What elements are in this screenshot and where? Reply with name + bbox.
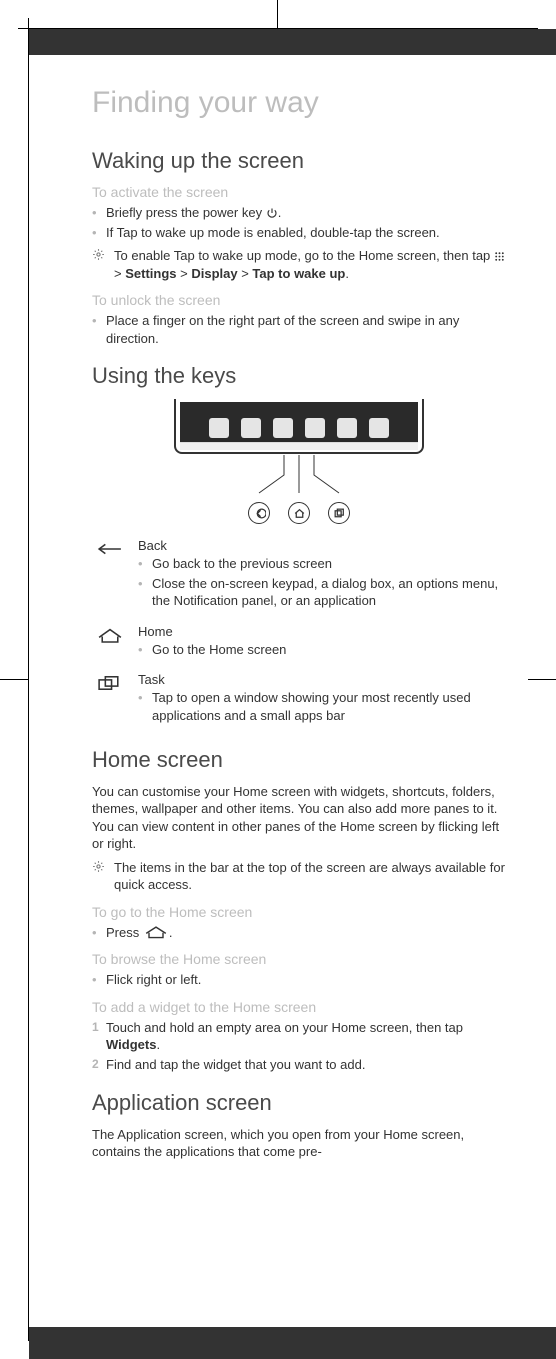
app-tile (273, 418, 293, 438)
text: > (114, 266, 125, 281)
subheading-goto-home: To go to the Home screen (92, 904, 506, 920)
list-item: Flick right or left. (92, 971, 506, 989)
subheading-add-widget: To add a widget to the Home screen (92, 999, 506, 1015)
home-intro: You can customise your Home screen with … (92, 783, 506, 853)
text: > (238, 266, 253, 281)
list-item: Touch and hold an empty area on your Hom… (92, 1019, 506, 1054)
key-desc-home: Home Go to the Home screen (92, 624, 506, 665)
key-label: Back (138, 538, 506, 553)
app-tile (369, 418, 389, 438)
app-tile (209, 418, 229, 438)
footer-bar (29, 1327, 556, 1359)
power-icon (266, 207, 278, 219)
subheading-activate: To activate the screen (92, 184, 506, 200)
app-tile (305, 418, 325, 438)
bold-text: Display (191, 266, 237, 281)
list-item: Close the on-screen keypad, a dialog box… (138, 575, 506, 610)
add-widget-steps: Touch and hold an empty area on your Hom… (92, 1019, 506, 1074)
section-heading-home: Home screen (92, 747, 506, 773)
list-item: If Tap to wake up mode is enabled, doubl… (92, 224, 506, 242)
list-item: Go to the Home screen (138, 641, 506, 659)
subheading-browse-home: To browse the Home screen (92, 951, 506, 967)
home-key-icon (92, 624, 128, 665)
text: To enable Tap to wake up mode, go to the… (114, 248, 494, 263)
task-key-icon (92, 672, 128, 730)
goto-home-list: Press . (92, 924, 506, 942)
page-content: Finding your way Waking up the screen To… (92, 68, 506, 1319)
header-bar (29, 29, 556, 55)
home-key-icon (288, 502, 310, 524)
back-key-bullets: Go back to the previous screen Close the… (138, 555, 506, 610)
bold-text: Tap to wake up (252, 266, 345, 281)
text: . (156, 1037, 160, 1052)
back-key-icon (248, 502, 270, 524)
key-label: Task (138, 672, 506, 687)
page-title: Finding your way (92, 86, 506, 120)
text: > (177, 266, 192, 281)
tip-icon (92, 859, 106, 894)
section-heading-app: Application screen (92, 1090, 506, 1116)
bold-text: Settings (125, 266, 176, 281)
tip-text: To enable Tap to wake up mode, go to the… (114, 247, 506, 282)
text: . (278, 205, 282, 220)
crop-mark (277, 0, 278, 28)
browse-home-list: Flick right or left. (92, 971, 506, 989)
device-bezel (180, 442, 418, 450)
unlock-list: Place a finger on the right part of the … (92, 312, 506, 347)
tip-block: The items in the bar at the top of the s… (92, 859, 506, 894)
key-body: Back Go back to the previous screen Clos… (138, 538, 506, 616)
device-illustration (92, 399, 506, 524)
leader-lines (189, 450, 409, 500)
home-key-icon (143, 925, 169, 939)
text: . (169, 925, 173, 940)
tip-icon (92, 247, 106, 282)
key-body: Task Tap to open a window showing your m… (138, 672, 506, 730)
list-item: Find and tap the widget that you want to… (92, 1056, 506, 1074)
text: Touch and hold an empty area on your Hom… (106, 1020, 463, 1035)
text: . (345, 266, 349, 281)
text: Press (106, 925, 143, 940)
list-item: Press . (92, 924, 506, 942)
section-heading-waking: Waking up the screen (92, 148, 506, 174)
crop-mark (0, 679, 28, 680)
activate-list: Briefly press the power key . If Tap to … (92, 204, 506, 241)
list-item: Tap to open a window showing your most r… (138, 689, 506, 724)
text: Briefly press the power key (106, 205, 266, 220)
back-key-icon (92, 538, 128, 616)
app-tile (241, 418, 261, 438)
section-heading-keys: Using the keys (92, 363, 506, 389)
task-key-icon (328, 502, 350, 524)
key-desc-back: Back Go back to the previous screen Clos… (92, 538, 506, 616)
crop-mark (528, 679, 556, 680)
key-icons-row (248, 502, 350, 524)
device-frame (174, 399, 424, 454)
app-intro: The Application screen, which you open f… (92, 1126, 506, 1161)
tip-block: To enable Tap to wake up mode, go to the… (92, 247, 506, 282)
home-key-bullets: Go to the Home screen (138, 641, 506, 659)
manual-page: Finding your way Waking up the screen To… (0, 0, 556, 1359)
menu-dots-icon (494, 251, 505, 262)
subheading-unlock: To unlock the screen (92, 292, 506, 308)
app-tile (337, 418, 357, 438)
crop-mark (28, 18, 29, 1341)
list-item: Briefly press the power key . (92, 204, 506, 222)
device-screen (180, 402, 418, 442)
key-label: Home (138, 624, 506, 639)
list-item: Go back to the previous screen (138, 555, 506, 573)
key-desc-task: Task Tap to open a window showing your m… (92, 672, 506, 730)
tip-text: The items in the bar at the top of the s… (114, 859, 506, 894)
list-item: Place a finger on the right part of the … (92, 312, 506, 347)
task-key-bullets: Tap to open a window showing your most r… (138, 689, 506, 724)
key-body: Home Go to the Home screen (138, 624, 506, 665)
bold-text: Widgets (106, 1037, 156, 1052)
